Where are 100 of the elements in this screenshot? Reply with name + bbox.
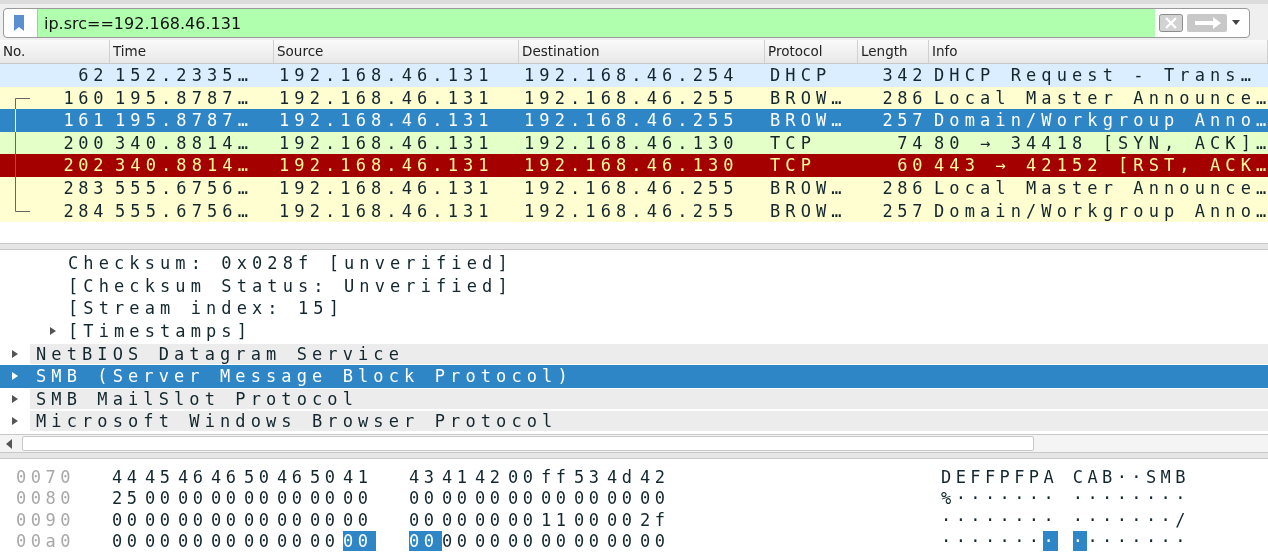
hex-byte[interactable]: 00 xyxy=(211,531,244,552)
hex-byte[interactable]: 00 xyxy=(145,531,178,552)
tree-item[interactable]: [Checksum Status: Unverified] xyxy=(0,274,1268,298)
hex-byte[interactable]: 00 xyxy=(244,488,277,509)
horizontal-scrollbar[interactable] xyxy=(0,434,1268,452)
column-header[interactable]: Length xyxy=(858,40,929,63)
hex-byte[interactable]: 00 xyxy=(607,509,640,530)
hex-byte[interactable]: 00 xyxy=(541,531,574,552)
packet-row[interactable]: 160 195.8787… 192.168.46.131 192.168.46.255 BROW… 286 Local Master Announce… xyxy=(0,86,1268,110)
hex-byte[interactable]: 00 xyxy=(508,531,541,552)
hex-byte[interactable]: 50 xyxy=(244,466,277,487)
scrollbar-thumb[interactable] xyxy=(22,436,1034,451)
hex-byte[interactable]: 00 xyxy=(244,531,277,552)
hex-byte[interactable]: 42 xyxy=(475,466,508,487)
column-header[interactable]: Destination xyxy=(519,40,765,63)
packet-row[interactable]: 283 555.6756… 192.168.46.131 192.168.46.255 BROW… 286 Local Master Announce… xyxy=(0,176,1268,200)
bookmark-icon[interactable] xyxy=(13,15,25,31)
hex-byte[interactable]: 00 xyxy=(277,488,310,509)
hex-byte[interactable]: 43 xyxy=(409,466,442,487)
table-cell-text: 202 xyxy=(62,154,109,177)
hex-byte[interactable]: 00 xyxy=(244,509,277,530)
hex-byte[interactable]: 00 xyxy=(310,488,343,509)
hex-byte[interactable]: 00 xyxy=(343,509,376,530)
hex-byte[interactable]: 00 xyxy=(574,509,607,530)
tree-item[interactable]: [Stream index: 15] xyxy=(0,297,1268,320)
hex-byte[interactable]: 45 xyxy=(145,466,178,487)
packet-row[interactable]: 202 340.8814… 192.168.46.131 192.168.46.130 TCP 60 443 → 42152 [RST, ACK… xyxy=(0,154,1268,177)
column-header[interactable]: No. xyxy=(0,40,110,63)
hex-byte[interactable]: 00 xyxy=(442,488,475,509)
hex-byte[interactable]: 00 xyxy=(541,488,574,509)
column-header[interactable]: Protocol xyxy=(765,40,858,63)
packet-row[interactable]: 62 152.2335… 192.168.46.131 192.168.46.254 DHCP 342 DHCP Request - Trans… xyxy=(0,64,1268,87)
hex-byte[interactable]: 46 xyxy=(211,466,244,487)
hex-byte[interactable]: ff xyxy=(541,466,574,487)
hex-byte[interactable]: 00 xyxy=(409,531,442,552)
hex-byte[interactable]: 00 xyxy=(574,531,607,552)
hex-byte[interactable]: 00 xyxy=(178,488,211,509)
hex-byte[interactable]: 00 xyxy=(112,509,145,530)
hex-byte[interactable]: 00 xyxy=(475,531,508,552)
hex-byte[interactable]: 00 xyxy=(442,509,475,530)
expand-arrow-icon[interactable] xyxy=(12,372,18,381)
hex-byte[interactable]: 00 xyxy=(475,509,508,530)
hex-byte[interactable]: 00 xyxy=(343,531,376,552)
expand-arrow-icon[interactable] xyxy=(12,394,18,403)
expand-arrow-icon[interactable] xyxy=(12,417,18,426)
hex-byte[interactable]: 25 xyxy=(112,488,145,509)
table-cell-text: 192.168.46.255 xyxy=(523,86,740,110)
hex-byte[interactable]: 00 xyxy=(178,531,211,552)
ascii-dump: ········ ········ xyxy=(941,531,1190,552)
packet-row[interactable]: 161 195.8787… 192.168.46.131 192.168.46.255 BROW… 257 Domain/Workgroup Anno… xyxy=(0,109,1268,132)
hex-byte[interactable]: 00 xyxy=(475,488,508,509)
hex-byte[interactable]: 00 xyxy=(409,488,442,509)
table-cell-text: Domain/Workgroup Anno… xyxy=(933,199,1268,223)
hex-byte[interactable]: 00 xyxy=(145,488,178,509)
hex-byte[interactable]: 11 xyxy=(541,509,574,530)
hex-byte[interactable]: 00 xyxy=(277,531,310,552)
hex-byte[interactable]: 00 xyxy=(442,531,475,552)
hex-byte[interactable]: 00 xyxy=(112,531,145,552)
hex-byte[interactable]: 00 xyxy=(607,531,640,552)
scroll-left-icon[interactable] xyxy=(6,438,12,449)
hex-byte[interactable]: 41 xyxy=(442,466,475,487)
hex-byte[interactable]: 00 xyxy=(178,509,211,530)
hex-byte[interactable]: 00 xyxy=(574,488,607,509)
column-header[interactable]: Time xyxy=(110,40,274,63)
column-header[interactable]: Info xyxy=(929,40,1268,63)
hex-byte[interactable]: 4d xyxy=(607,466,640,487)
hex-byte[interactable]: 46 xyxy=(178,466,211,487)
hex-byte[interactable]: 00 xyxy=(607,488,640,509)
expand-arrow-icon[interactable] xyxy=(50,327,56,336)
display-filter-field[interactable]: ip.src==192.168.46.131 xyxy=(3,8,1250,38)
hex-byte[interactable]: 00 xyxy=(508,488,541,509)
hex-byte[interactable]: 00 xyxy=(310,509,343,530)
hex-byte[interactable]: 00 xyxy=(508,466,541,487)
hex-byte[interactable]: 42 xyxy=(640,466,673,487)
hex-byte[interactable]: 00 xyxy=(640,531,673,552)
packet-row[interactable]: 200 340.8814… 192.168.46.131 192.168.46.130 TCP 74 80 → 34418 [SYN, ACK]… xyxy=(0,131,1268,155)
hex-byte[interactable]: 00 xyxy=(343,488,376,509)
hex-byte[interactable]: 00 xyxy=(508,509,541,530)
hex-byte[interactable]: 44 xyxy=(112,466,145,487)
hex-byte[interactable]: 50 xyxy=(310,466,343,487)
table-cell-text: 192.168.46.131 xyxy=(278,64,495,87)
dropdown-caret-icon[interactable] xyxy=(1231,20,1241,26)
tree-item[interactable]: Checksum: 0x028f [unverified] xyxy=(0,252,1268,275)
hex-byte[interactable]: 00 xyxy=(145,509,178,530)
tree-item[interactable]: [Timestamps] xyxy=(0,319,1268,343)
hex-byte[interactable]: 53 xyxy=(574,466,607,487)
hex-byte[interactable]: 00 xyxy=(211,488,244,509)
hex-byte[interactable]: 00 xyxy=(310,531,343,552)
hex-byte[interactable]: 00 xyxy=(211,509,244,530)
table-cell-text: 161 xyxy=(62,109,109,132)
hex-byte[interactable]: 46 xyxy=(277,466,310,487)
hex-byte[interactable]: 00 xyxy=(640,488,673,509)
expand-arrow-icon[interactable] xyxy=(12,349,18,358)
hex-byte[interactable]: 00 xyxy=(409,509,442,530)
hex-byte[interactable]: 00 xyxy=(277,509,310,530)
hex-byte[interactable]: 2f xyxy=(640,509,673,530)
clear-icon[interactable] xyxy=(1159,14,1183,32)
column-header[interactable]: Source xyxy=(274,40,519,63)
hex-byte[interactable]: 41 xyxy=(343,466,376,487)
packet-row[interactable]: 284 555.6756… 192.168.46.131 192.168.46.255 BROW… 257 Domain/Workgroup Anno… xyxy=(0,199,1268,223)
